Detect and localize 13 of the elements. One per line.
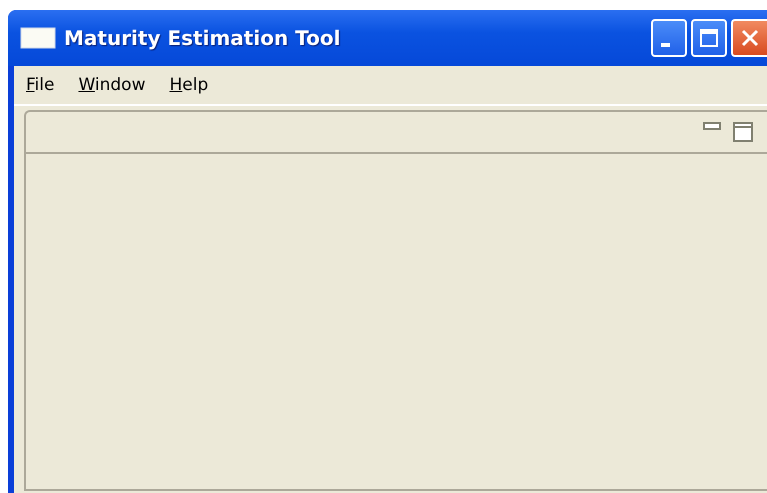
minimize-icon[interactable] — [703, 122, 721, 132]
close-icon — [740, 28, 760, 48]
window-icon — [20, 27, 56, 49]
close-button[interactable] — [731, 19, 767, 57]
minimize-icon — [660, 43, 670, 47]
maximize-icon[interactable] — [733, 122, 753, 142]
menu-item[interactable]: Window — [78, 75, 146, 95]
window-title: Maturity Estimation Tool — [64, 26, 340, 50]
menu-item[interactable]: File — [26, 75, 54, 95]
maximize-icon — [699, 28, 719, 48]
minimize-button[interactable] — [651, 19, 687, 57]
maximize-button[interactable] — [691, 19, 727, 57]
menu-item[interactable]: Help — [169, 75, 208, 95]
